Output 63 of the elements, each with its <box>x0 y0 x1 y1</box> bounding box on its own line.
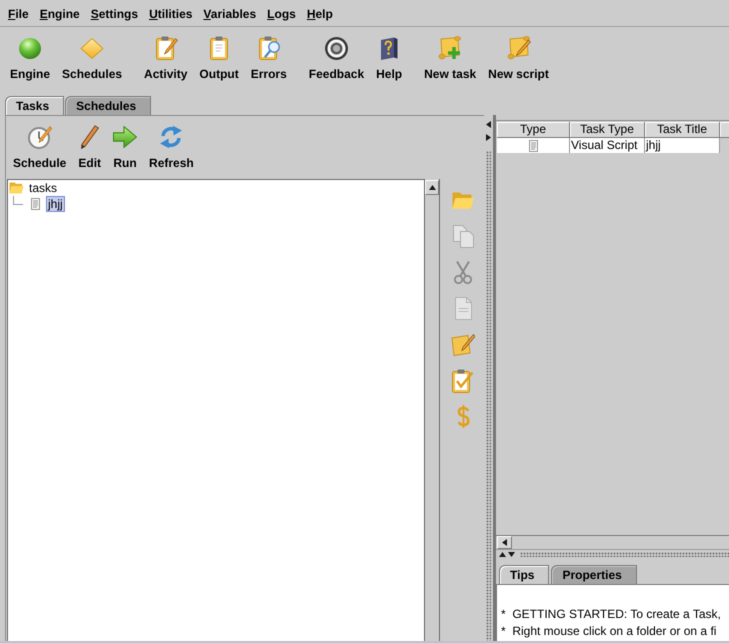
column-header[interactable]: Task Title <box>645 122 720 138</box>
scroll-pencil-icon <box>506 36 531 60</box>
toolbar-button[interactable]: Output <box>193 36 245 82</box>
toolbar-button[interactable]: Schedules <box>56 36 128 82</box>
toolbar-button[interactable]: Engine <box>4 36 56 82</box>
horizontal-scrollbar[interactable] <box>496 535 729 549</box>
toolbar-button[interactable]: New script <box>482 36 555 82</box>
column-header[interactable]: Task Type <box>570 122 645 138</box>
menu-item[interactable]: Logs <box>262 6 302 22</box>
left-triangle-icon[interactable] <box>486 121 491 128</box>
tab[interactable]: Schedules <box>65 96 152 115</box>
document-icon <box>31 198 40 210</box>
arrow-right-icon <box>113 126 138 148</box>
vertical-scrollbar[interactable] <box>424 179 440 641</box>
table-cell: Visual Script <box>570 138 645 153</box>
note-pencil-icon[interactable] <box>451 332 475 356</box>
pencil-icon <box>80 125 99 149</box>
menu-item[interactable]: Settings <box>85 6 144 22</box>
scroll-left-button[interactable] <box>497 536 512 549</box>
tab[interactable]: Tips <box>499 565 550 584</box>
toolbar-button[interactable]: Run <box>107 125 144 171</box>
toolbar-button[interactable]: Errors <box>244 36 293 82</box>
book-icon <box>380 36 398 60</box>
menu-item[interactable]: Help <box>301 6 338 22</box>
toolbar-button[interactable]: Help <box>370 36 408 82</box>
clipboard-icon <box>209 36 230 60</box>
down-triangle-icon[interactable] <box>508 552 515 556</box>
tip-text: * Right mouse click on a folder or on a fi <box>501 623 716 640</box>
tree-item[interactable]: tasks <box>27 180 60 196</box>
clipboard-check-icon[interactable] <box>452 368 474 392</box>
scroll-plus-icon <box>438 36 462 60</box>
clipboard-pencil-icon <box>154 36 178 60</box>
column-header[interactable]: Type <box>497 122 570 138</box>
tab[interactable]: Properties <box>551 565 637 584</box>
tab[interactable]: Tasks <box>5 96 64 115</box>
toolbar-button[interactable]: Edit <box>72 125 108 171</box>
menu-item[interactable]: Engine <box>34 6 86 22</box>
toolbar-button[interactable]: Activity <box>138 36 194 82</box>
up-triangle-icon <box>428 185 436 190</box>
left-triangle-icon <box>502 539 507 546</box>
toolbar-button[interactable]: Feedback <box>302 36 370 82</box>
scroll-up-button[interactable] <box>425 180 439 195</box>
tree-connector <box>13 196 23 205</box>
right-triangle-icon[interactable] <box>486 134 491 141</box>
sphere-icon <box>19 38 41 58</box>
splitter-grip[interactable] <box>486 151 491 641</box>
toolbar-button[interactable]: New task <box>418 36 482 82</box>
menu-item[interactable]: File <box>2 6 34 22</box>
refresh-icon <box>159 125 184 149</box>
diamond-icon <box>80 38 104 58</box>
splitter-grip[interactable] <box>520 552 729 556</box>
clock-pencil-icon <box>28 125 52 149</box>
table-cell: jhjj <box>645 138 720 153</box>
clipboard-magnifier-icon <box>256 36 281 60</box>
menu-item[interactable]: Variables <box>198 6 262 22</box>
tip-text: * GETTING STARTED: To create a Task, <box>501 606 721 623</box>
column-header[interactable] <box>720 122 729 138</box>
toolbar-button[interactable]: Schedule <box>7 125 72 171</box>
up-triangle-icon[interactable] <box>499 552 506 556</box>
target-icon <box>324 36 348 60</box>
tree-item[interactable]: jhjj <box>46 196 65 212</box>
menu-item[interactable]: Utilities <box>144 6 198 22</box>
toolbar-button[interactable]: Refresh <box>143 125 200 171</box>
